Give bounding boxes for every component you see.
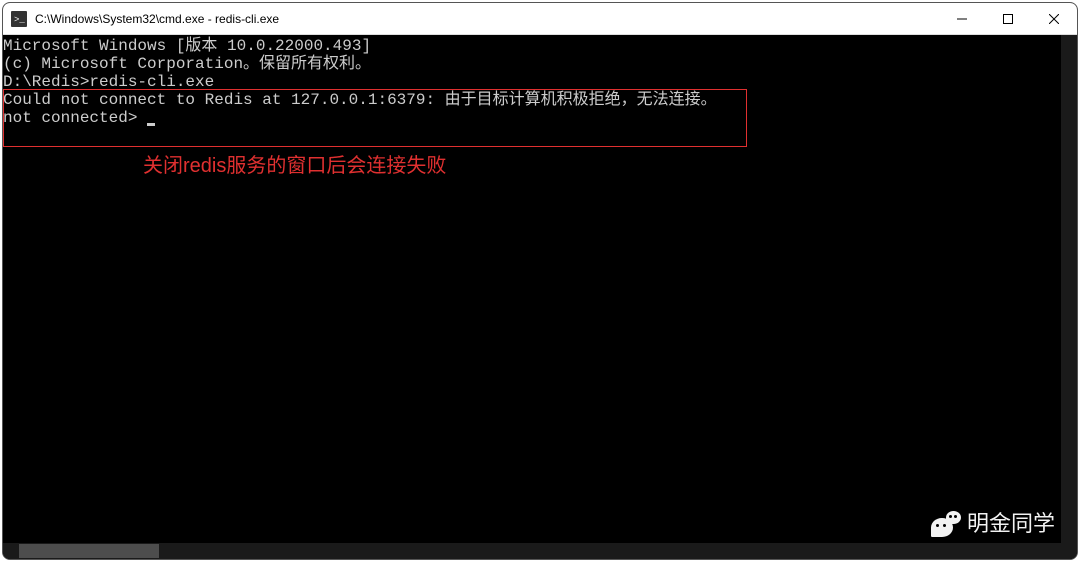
terminal-prompt: not connected> [3, 109, 147, 127]
cmd-window: >_ C:\Windows\System32\cmd.exe - redis-c… [2, 2, 1078, 560]
annotation-text: 关闭redis服务的窗口后会连接失败 [143, 157, 446, 175]
window-controls [939, 3, 1077, 34]
minimize-button[interactable] [939, 3, 985, 35]
terminal-prompt-line: not connected> [3, 109, 1077, 127]
horizontal-scroll-thumb[interactable] [19, 544, 159, 558]
watermark: 明金同学 [931, 511, 1055, 537]
terminal-line: D:\Redis>redis-cli.exe [3, 73, 1077, 91]
terminal-line: (c) Microsoft Corporation。保留所有权利。 [3, 55, 1077, 73]
close-button[interactable] [1031, 3, 1077, 35]
maximize-button[interactable] [985, 3, 1031, 35]
terminal-line: Could not connect to Redis at 127.0.0.1:… [3, 91, 1077, 109]
window-title: C:\Windows\System32\cmd.exe - redis-cli.… [35, 12, 939, 26]
cursor-icon [147, 123, 155, 126]
vertical-scrollbar[interactable] [1061, 35, 1077, 559]
wechat-icon [931, 511, 961, 537]
horizontal-scrollbar[interactable] [3, 543, 1061, 559]
svg-text:>_: >_ [14, 15, 25, 25]
terminal-line: Microsoft Windows [版本 10.0.22000.493] [3, 37, 1077, 55]
watermark-text: 明金同学 [967, 515, 1055, 533]
titlebar[interactable]: >_ C:\Windows\System32\cmd.exe - redis-c… [3, 3, 1077, 35]
cmd-icon: >_ [11, 11, 27, 27]
terminal-area[interactable]: Microsoft Windows [版本 10.0.22000.493] (c… [3, 35, 1077, 559]
